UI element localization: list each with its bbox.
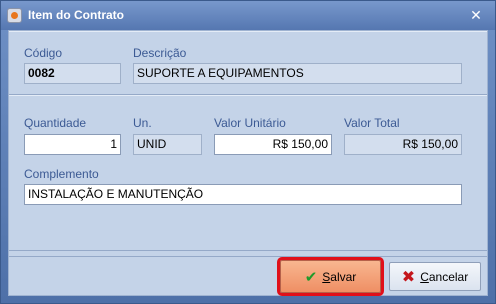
un-label: Un. (133, 116, 152, 130)
codigo-field: 0082 (24, 63, 121, 84)
button-bar: ✔ Salvar ✖ Cancelar (9, 256, 487, 296)
values-panel: Quantidade 1 Un. UNID Valor Unitário R$ … (9, 95, 487, 251)
descricao-label: Descrição (133, 46, 187, 60)
codigo-label: Código (24, 46, 63, 60)
quantidade-label: Quantidade (24, 116, 87, 130)
window-title: Item do Contrato (28, 8, 124, 22)
valor-unitario-input[interactable]: R$ 150,00 (214, 134, 332, 155)
save-button-label: Salvar (322, 269, 357, 284)
complemento-label: Complemento (24, 167, 99, 181)
save-button[interactable]: ✔ Salvar (277, 257, 384, 296)
close-icon[interactable]: ✕ (466, 5, 486, 25)
dialog-body: Código 0082 Descrição SUPORTE A EQUIPAME… (8, 30, 488, 296)
app-icon (7, 8, 22, 23)
check-icon: ✔ (304, 268, 318, 286)
complemento-input[interactable]: INSTALAÇÃO E MANUTENÇÃO (24, 184, 462, 205)
x-icon: ✖ (401, 268, 416, 286)
dialog-window: Item do Contrato ✕ Código 0082 Descrição… (0, 0, 496, 304)
cancel-button-label: Cancelar (420, 269, 469, 284)
identification-panel: Código 0082 Descrição SUPORTE A EQUIPAME… (9, 31, 487, 95)
descricao-field: SUPORTE A EQUIPAMENTOS (133, 63, 462, 84)
title-bar[interactable]: Item do Contrato ✕ (1, 1, 495, 30)
valor-unitario-label: Valor Unitário (214, 116, 286, 130)
valor-total-label: Valor Total (344, 116, 400, 130)
un-field: UNID (133, 134, 202, 155)
quantidade-input[interactable]: 1 (24, 134, 121, 155)
valor-total-field: R$ 150,00 (344, 134, 462, 155)
cancel-button[interactable]: ✖ Cancelar (389, 262, 481, 291)
